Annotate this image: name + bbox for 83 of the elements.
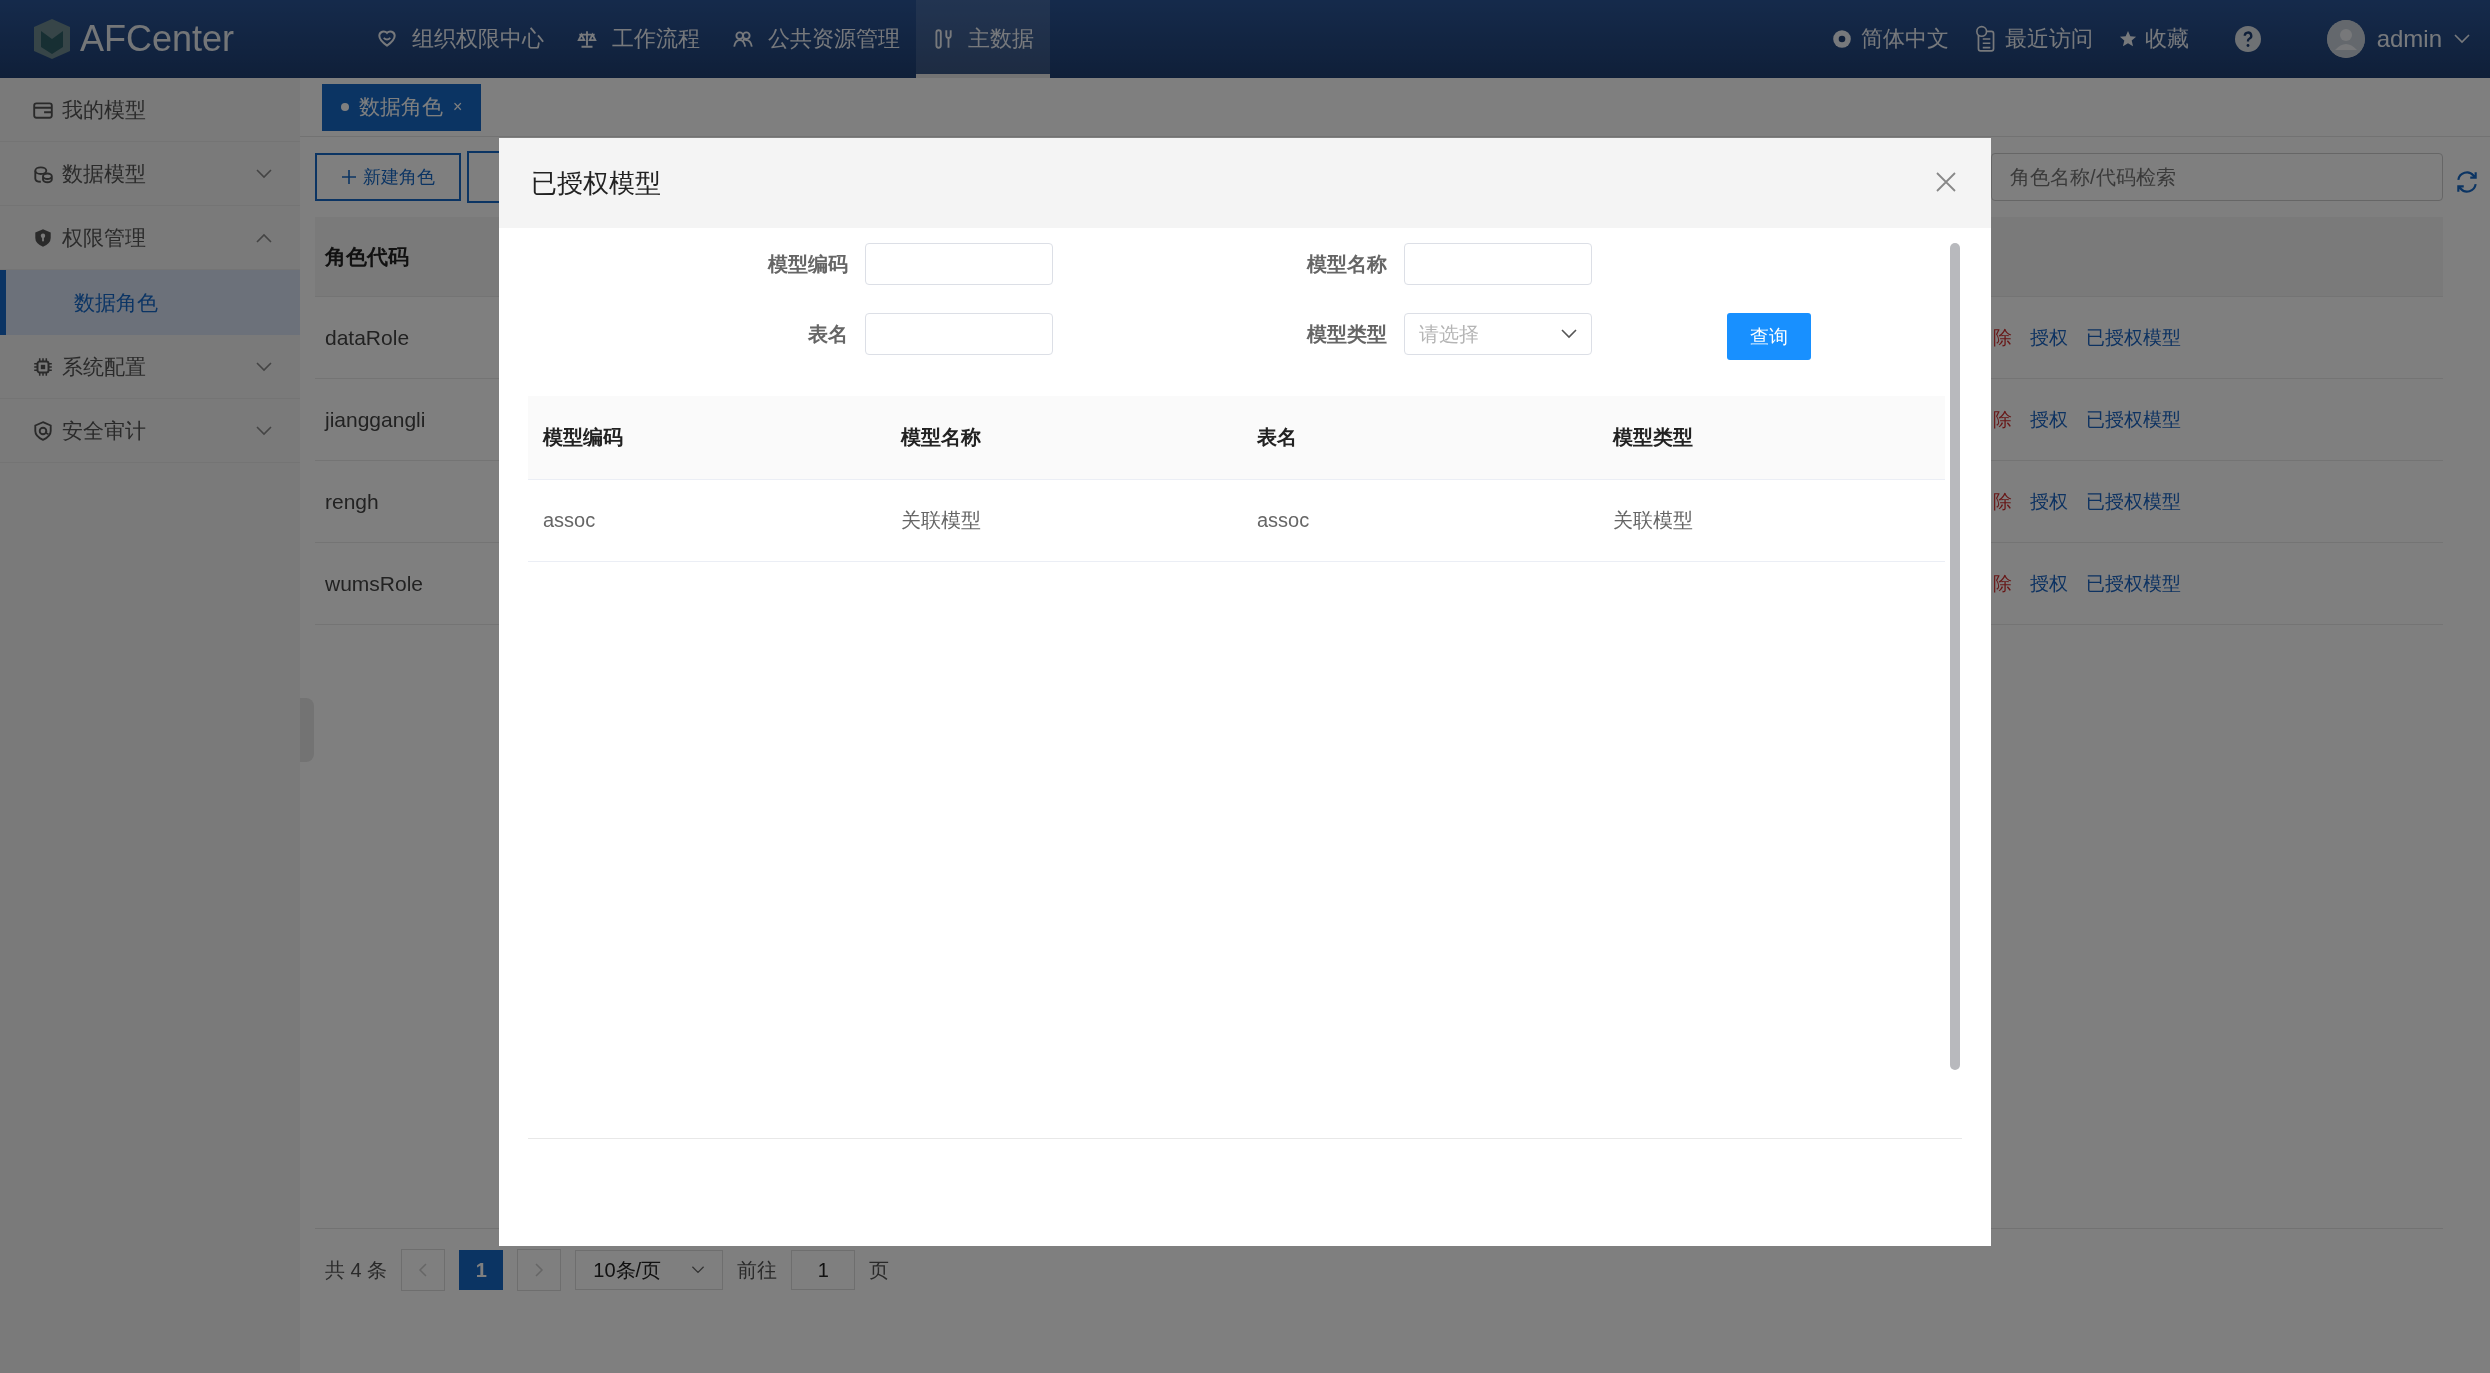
column-header: 表名 (1256, 425, 1298, 450)
language-link[interactable]: 简体中文 (1830, 24, 1949, 54)
column-header: 模型编码 (541, 425, 624, 450)
page-size-select[interactable]: 10条/页 (575, 1250, 724, 1290)
action-link[interactable]: 授权 (2030, 324, 2068, 351)
chevron-right-icon (534, 1263, 545, 1277)
audit-icon (32, 419, 54, 442)
prev-page-button[interactable] (401, 1249, 446, 1291)
chevron-down-icon (691, 1266, 706, 1274)
next-page-button[interactable] (517, 1249, 562, 1291)
delete-link[interactable]: 除 (1993, 570, 2012, 597)
people-icon (732, 28, 754, 50)
page-tab[interactable]: 数据角色 × (322, 83, 482, 131)
page-button[interactable]: 1 (459, 1250, 504, 1290)
column-header: 模型名称 (899, 425, 982, 450)
table-cell-text: 关联模型 (1612, 508, 1694, 533)
action-link[interactable]: 已授权模型 (2086, 570, 2181, 597)
chevron-down-icon (256, 361, 272, 372)
field-label: 模型类型 (1305, 321, 1387, 347)
action-link[interactable]: 已授权模型 (2086, 324, 2181, 351)
table-cell-text: jianggangli (323, 407, 426, 432)
plus-icon (341, 169, 357, 185)
field-label: 模型名称 (1305, 251, 1387, 277)
shield-icon (32, 226, 54, 249)
refresh-icon[interactable] (2454, 169, 2480, 195)
sidebar-item[interactable]: 安全审计 (0, 399, 300, 463)
recent-link[interactable]: 最近访问 (1974, 24, 2093, 54)
globe-icon (1830, 28, 1853, 50)
page-input[interactable]: 1 (791, 1250, 856, 1290)
table-cell-text: wumsRole (324, 571, 424, 596)
delete-link[interactable]: 除 (1993, 324, 2012, 351)
action-link[interactable]: 已授权模型 (2086, 488, 2181, 515)
action-link[interactable]: 授权 (2030, 570, 2068, 597)
action-link[interactable]: 已授权模型 (2086, 406, 2181, 433)
clipboard-clock-icon (1974, 25, 1997, 53)
chevron-down-icon[interactable] (2454, 34, 2470, 44)
avatar-icon[interactable] (2326, 20, 2365, 58)
nav-tab[interactable]: 组织权限中心 (360, 0, 560, 78)
search-field[interactable]: 角色名称/代码检索 (1991, 153, 2443, 201)
table-cell-text: rengh (324, 489, 379, 514)
column-header: 角色代码 (324, 243, 409, 270)
sidebar-item[interactable]: 我的模型 (0, 78, 300, 142)
page-suffix: 页 (869, 1257, 890, 1283)
field-label: 模型编码 (766, 251, 848, 277)
dialog-title: 已授权模型 (531, 166, 661, 200)
chevron-down-icon (1561, 329, 1577, 339)
sidebar-subitem[interactable]: 数据角色 (0, 270, 300, 335)
new-role-button[interactable]: 新建角色 (315, 153, 461, 201)
favorites-link[interactable]: 收藏 (2118, 24, 2189, 54)
action-link[interactable]: 授权 (2030, 406, 2068, 433)
user-name[interactable]: admin (2376, 25, 2442, 53)
chevron-left-icon (418, 1263, 429, 1277)
logo-text: AFCenter (80, 18, 235, 60)
input-field[interactable] (865, 243, 1053, 285)
total-count: 共 4 条 (325, 1257, 388, 1283)
input-field[interactable] (865, 313, 1053, 355)
action-link[interactable]: 授权 (2030, 488, 2068, 515)
delete-link[interactable]: 除 (1993, 406, 2012, 433)
scrollbar[interactable] (1950, 243, 1960, 1070)
logo-icon (32, 17, 72, 61)
chevron-down-icon (256, 425, 272, 436)
type-select[interactable]: 请选择 (1404, 313, 1592, 355)
column-header: 模型类型 (1611, 425, 1694, 450)
field-label: 表名 (807, 321, 848, 347)
table-cell-text: assoc (1256, 509, 1311, 532)
nav-tab[interactable]: 工作流程 (560, 0, 716, 78)
scale-icon (576, 28, 598, 50)
nav-tab[interactable]: 公共资源管理 (716, 0, 916, 78)
table-cell-text: 关联模型 (900, 508, 982, 533)
input-field[interactable] (1404, 243, 1592, 285)
table-cell-text: dataRole (324, 325, 410, 350)
tools-icon (932, 28, 954, 50)
chevron-down-icon (256, 168, 272, 179)
chip-icon (32, 355, 54, 378)
sidebar-item[interactable]: 数据模型 (0, 142, 300, 206)
delete-link[interactable]: 除 (1993, 488, 2012, 515)
help-icon[interactable] (2234, 26, 2261, 52)
chevron-up-icon (256, 232, 272, 243)
query-button[interactable]: 查询 (1727, 313, 1811, 360)
star-icon (2118, 30, 2137, 48)
goto-label: 前往 (737, 1257, 778, 1283)
sidebar-item[interactable]: 系统配置 (0, 335, 300, 399)
table-cell-text: assoc (542, 509, 597, 532)
